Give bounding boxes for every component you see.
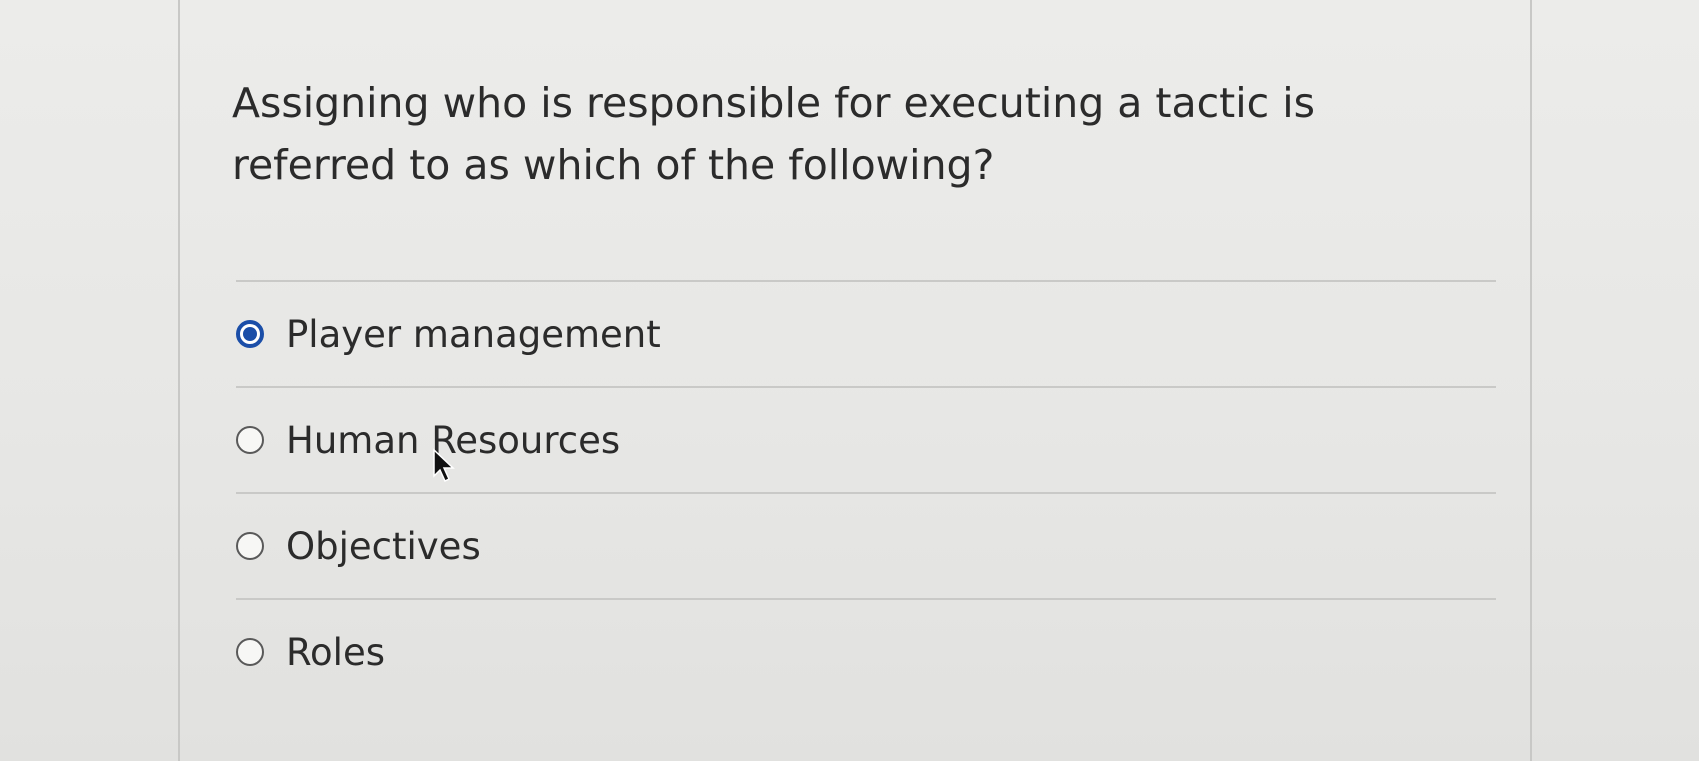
question-text: Assigning who is responsible for executi… <box>232 79 1315 189</box>
answer-label: Roles <box>286 630 386 674</box>
screen-background: Assigning who is responsible for executi… <box>0 0 1699 761</box>
answer-list: Player management Human Resources Object… <box>236 280 1496 704</box>
radio-button[interactable] <box>236 426 264 454</box>
answer-option-human-resources[interactable]: Human Resources <box>236 388 1496 492</box>
radio-button[interactable] <box>236 638 264 666</box>
radio-button[interactable] <box>236 532 264 560</box>
question-card: Assigning who is responsible for executi… <box>180 0 1530 761</box>
answer-label: Objectives <box>286 524 481 568</box>
answer-option-roles[interactable]: Roles <box>236 600 1496 704</box>
answer-option-objectives[interactable]: Objectives <box>236 494 1496 598</box>
radio-button-selected[interactable] <box>236 320 264 348</box>
answer-label: Player management <box>286 312 661 356</box>
card-right-border <box>1530 0 1532 761</box>
mouse-pointer-icon <box>433 448 455 483</box>
answer-option-player-management[interactable]: Player management <box>236 282 1496 386</box>
